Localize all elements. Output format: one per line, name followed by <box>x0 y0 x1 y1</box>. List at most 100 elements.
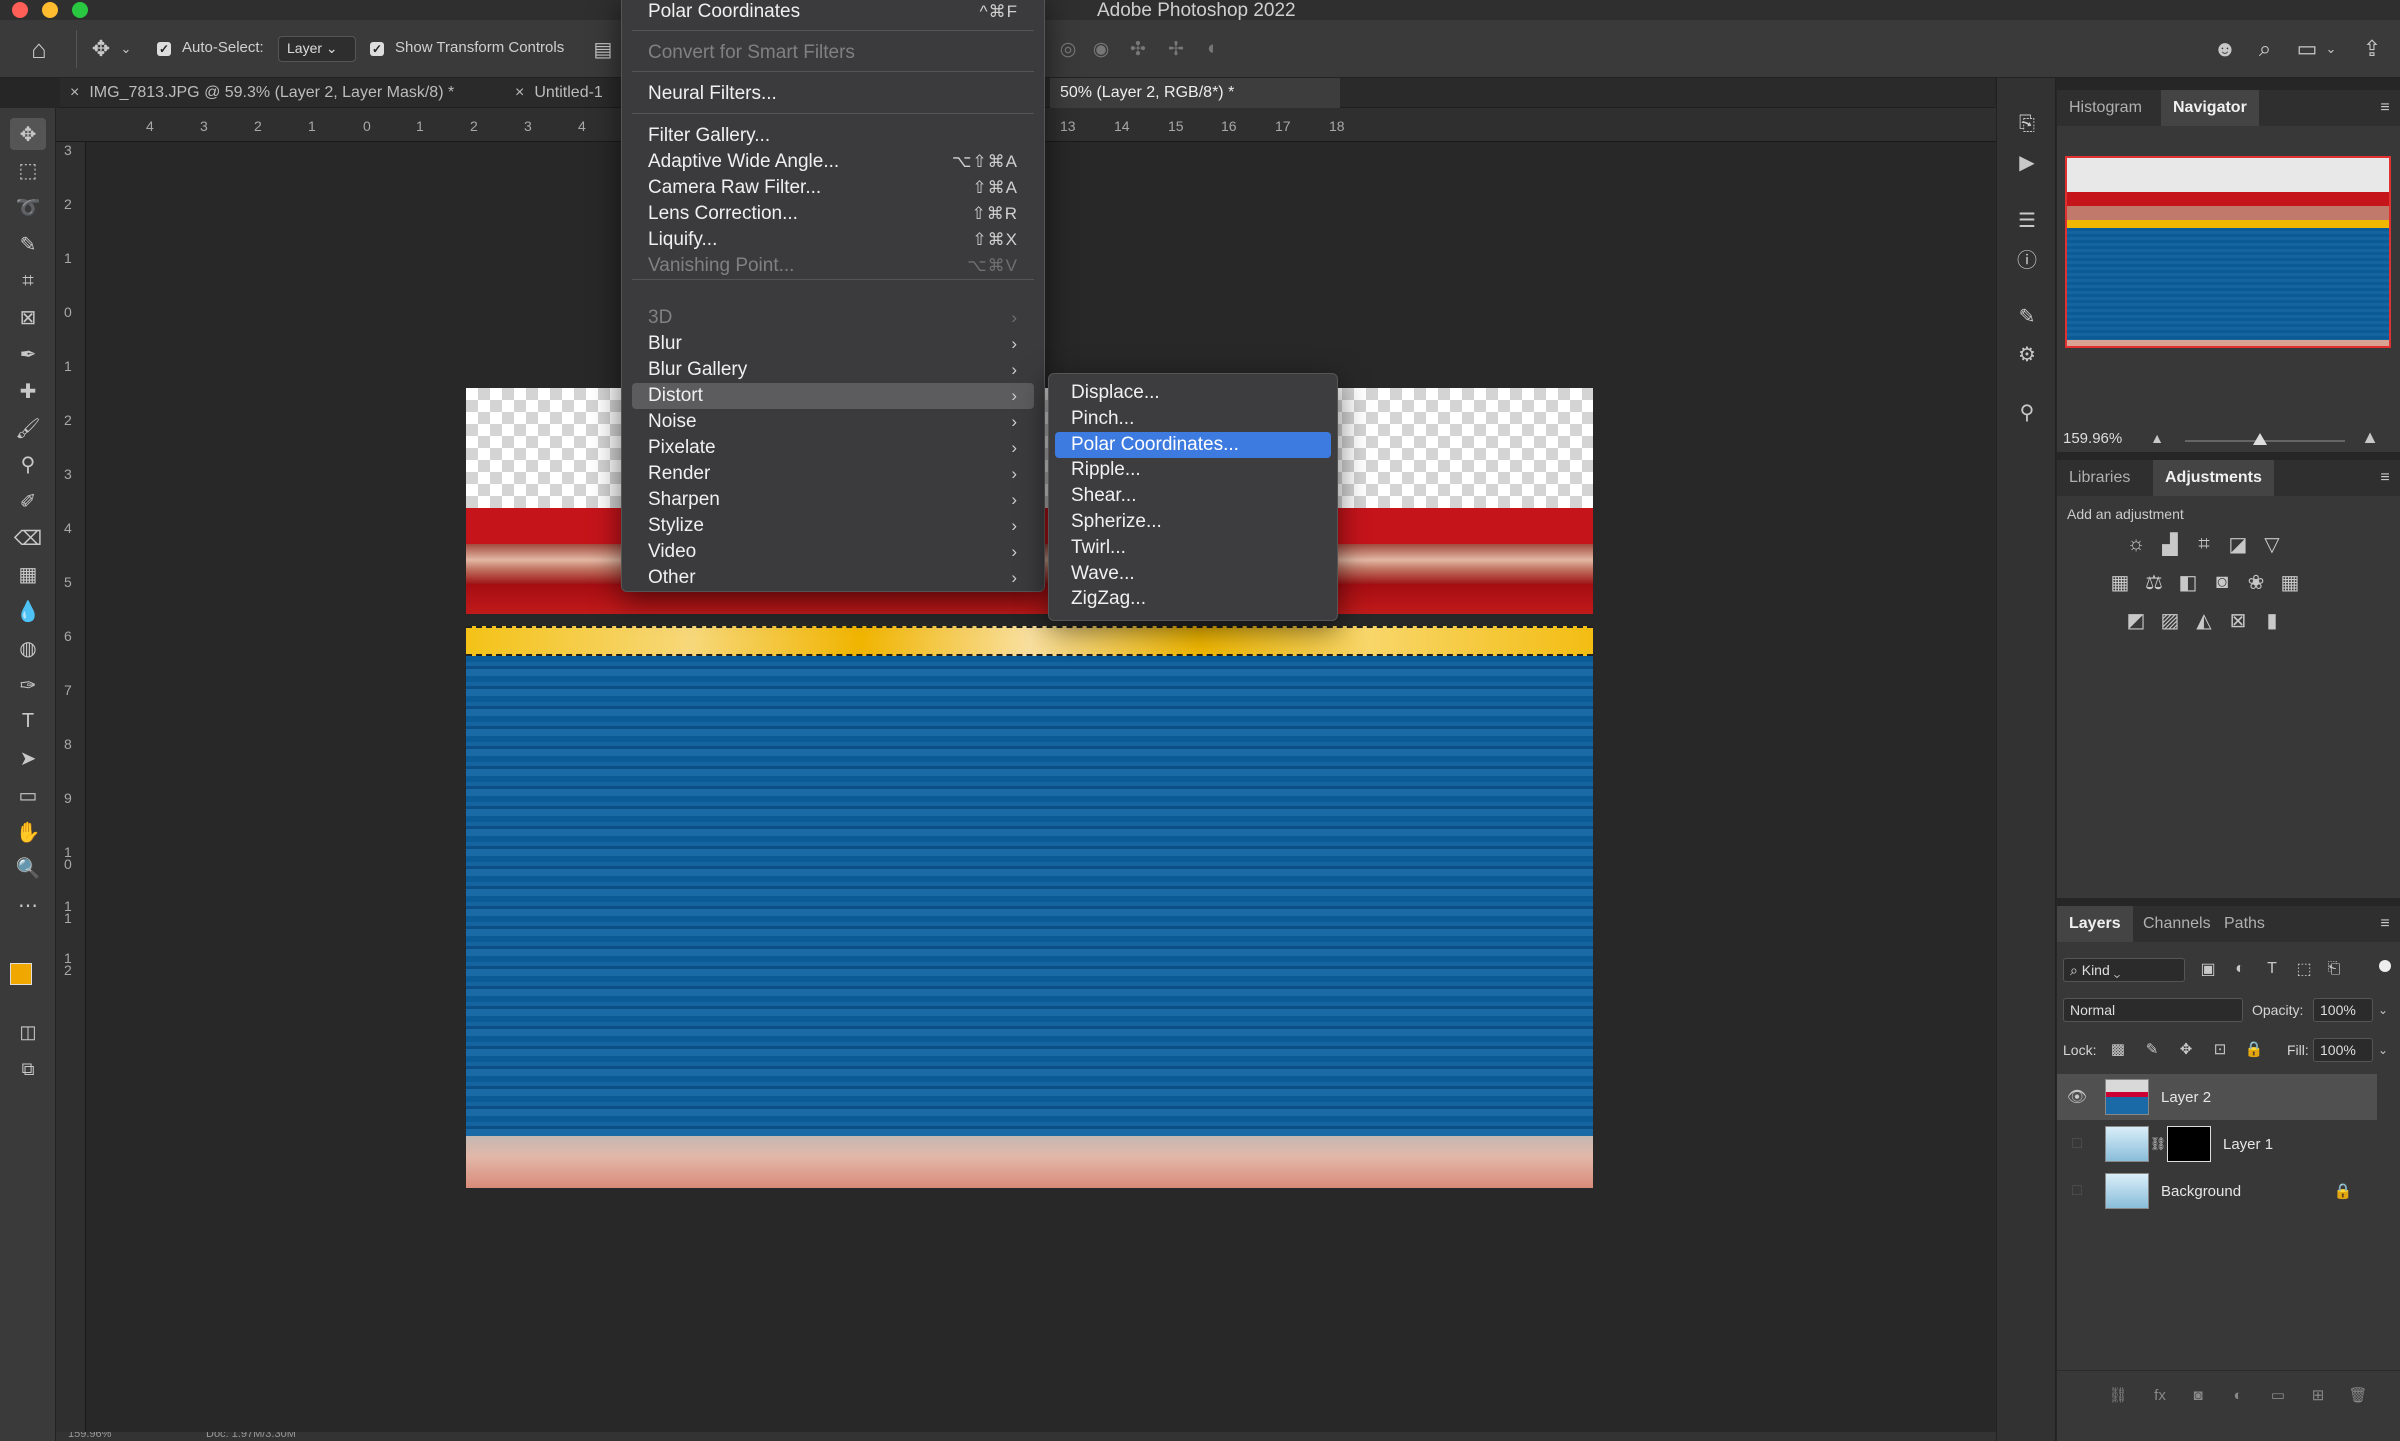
dodge-tool-icon[interactable]: ◍ <box>10 632 46 664</box>
zoom-in-icon[interactable]: ▲ <box>2357 426 2383 448</box>
screen-mode-icon[interactable]: ⧉ <box>10 1053 46 1085</box>
filter-smart-object-icon[interactable]: ⎗ <box>2323 958 2345 980</box>
threshold-icon[interactable]: ◭ <box>2191 608 2217 632</box>
move-tool-icon[interactable]: ✥ <box>10 118 46 150</box>
history-icon[interactable]: ⎘ <box>2011 108 2043 140</box>
close-icon[interactable]: × <box>515 84 524 102</box>
marquee-tool-icon[interactable]: ⬚ <box>10 154 46 186</box>
chevron-down-icon[interactable]: ⌄ <box>2375 1040 2391 1060</box>
3d-roll-icon[interactable]: ◉ <box>1088 36 1114 62</box>
lock-pixels-icon[interactable]: ✎ <box>2141 1038 2163 1060</box>
layer-style-icon[interactable]: fx <box>2147 1384 2173 1406</box>
blend-mode-dropdown[interactable]: Normal <box>2063 998 2243 1022</box>
lock-transparency-icon[interactable]: ▩ <box>2107 1038 2129 1060</box>
tab-channels[interactable]: Channels <box>2131 906 2223 942</box>
zoom-out-icon[interactable]: ▲ <box>2147 428 2167 448</box>
3d-camera-icon[interactable]: ◐ <box>1200 36 1226 62</box>
hue-saturation-icon[interactable]: ▦ <box>2107 570 2133 594</box>
layer-row[interactable]: □ Background 🔒 <box>2057 1168 2377 1214</box>
navigator-zoom[interactable]: 159.96% <box>2063 430 2122 447</box>
more-tools-icon[interactable]: ⋯ <box>10 889 46 921</box>
move-tool-icon[interactable]: ✥ <box>86 34 116 64</box>
filter-menu-item-neural-filters[interactable]: Neural Filters... <box>632 81 1034 107</box>
visibility-eye-icon[interactable]: 👁 <box>2057 1087 2097 1107</box>
distort-menu-item-twirl[interactable]: Twirl... <box>1055 535 1331 561</box>
hand-tool-icon[interactable]: ✋ <box>10 816 46 848</box>
filter-menu-item-adaptive-wide-angle[interactable]: Adaptive Wide Angle... ⌥⇧⌘A <box>632 149 1034 175</box>
distort-menu-item-displace[interactable]: Displace... <box>1055 380 1331 406</box>
layer-row[interactable]: □ ⛓ Layer 1 <box>2057 1121 2377 1167</box>
channel-mixer-icon[interactable]: ❀ <box>2243 570 2269 594</box>
layer-row-selected[interactable]: 👁 Layer 2 <box>2057 1074 2377 1120</box>
tab-paths[interactable]: Paths <box>2212 906 2277 942</box>
distort-menu-item-polar-coordinates[interactable]: Polar Coordinates... <box>1055 431 1331 458</box>
distort-menu-item-ripple[interactable]: Ripple... <box>1055 457 1331 483</box>
adjust-sliders-icon[interactable]: ⚙ <box>2011 338 2043 370</box>
curves-icon[interactable]: ⌗ <box>2191 532 2217 556</box>
tab-adjustments[interactable]: Adjustments <box>2153 460 2274 496</box>
gradient-map-icon[interactable]: ▮ <box>2259 608 2285 632</box>
properties-icon[interactable]: ☰ <box>2011 204 2043 236</box>
link-layers-icon[interactable]: ⛓ <box>2107 1384 2129 1406</box>
filter-type-icon[interactable]: T <box>2261 958 2283 980</box>
filter-shape-icon[interactable]: ⬚ <box>2293 958 2315 980</box>
invert-icon[interactable]: ◩ <box>2123 608 2149 632</box>
lock-artboard-icon[interactable]: ⊡ <box>2209 1038 2231 1060</box>
filter-menu-item-render[interactable]: Render › <box>632 461 1034 487</box>
delete-layer-icon[interactable]: 🗑 <box>2347 1384 2369 1406</box>
show-transform-checkbox[interactable]: ✓ <box>370 42 384 56</box>
panel-menu-icon[interactable]: ≡ <box>2375 98 2395 118</box>
filter-pixel-icon[interactable]: ▣ <box>2197 958 2219 980</box>
quick-mask-icon[interactable]: ◫ <box>10 1016 46 1048</box>
lock-position-icon[interactable]: ✥ <box>2175 1038 2197 1060</box>
auto-select-checkbox[interactable]: ✓ <box>157 42 171 56</box>
align-left-icon[interactable]: ▤ <box>590 36 616 62</box>
filter-menu-item-other[interactable]: Other › <box>632 565 1034 591</box>
auto-select-dropdown[interactable]: Layer ⌄ <box>278 36 356 62</box>
doc-tab[interactable]: × IMG_7813.JPG @ 59.3% (Layer 2, Layer Ma… <box>60 78 505 108</box>
crop-tool-icon[interactable]: ⌗ <box>10 265 46 297</box>
brightness-icon[interactable]: ☼ <box>2123 532 2149 556</box>
panel-menu-icon[interactable]: ≡ <box>2375 468 2395 488</box>
3d-slide-icon[interactable]: ✢ <box>1163 36 1189 62</box>
layer-kind-filter[interactable]: ⌕ Kind ⌄ <box>2063 958 2185 982</box>
actions-play-icon[interactable]: ▶ <box>2011 146 2043 178</box>
filter-toggle[interactable] <box>2379 960 2391 972</box>
zoom-tool-icon[interactable]: 🔍 <box>10 852 46 884</box>
black-white-icon[interactable]: ◧ <box>2175 570 2201 594</box>
brushes-icon[interactable]: ✎ <box>2011 300 2043 332</box>
info-icon[interactable]: ⓘ <box>2011 242 2043 274</box>
filter-menu-item-filter-gallery[interactable]: Filter Gallery... <box>632 123 1034 149</box>
new-group-icon[interactable]: ▭ <box>2267 1384 2289 1406</box>
color-lookup-icon[interactable]: ▦ <box>2277 570 2303 594</box>
tab-layers[interactable]: Layers <box>2057 906 2133 942</box>
add-mask-icon[interactable]: ◙ <box>2187 1384 2209 1406</box>
eyedropper-icon[interactable]: ✒ <box>10 338 46 370</box>
cloud-user-icon[interactable]: ☻ <box>2210 34 2240 64</box>
type-tool-icon[interactable]: T <box>10 705 46 737</box>
lasso-tool-icon[interactable]: ➰ <box>10 191 46 223</box>
filter-menu-item-video[interactable]: Video › <box>632 539 1034 565</box>
blur-tool-icon[interactable]: 💧 <box>10 595 46 627</box>
quick-selection-icon[interactable]: ✎ <box>10 228 46 260</box>
rectangle-tool-icon[interactable]: ▭ <box>10 779 46 811</box>
new-layer-icon[interactable]: ⊞ <box>2307 1384 2329 1406</box>
history-brush-icon[interactable]: ✐ <box>10 485 46 517</box>
lock-all-icon[interactable]: 🔒 <box>2243 1038 2265 1060</box>
brush-tool-icon[interactable]: 🖌 <box>10 412 46 444</box>
chevron-down-icon[interactable]: ⌄ <box>2375 1000 2391 1020</box>
layer-mask-thumbnail[interactable] <box>2167 1126 2211 1162</box>
visibility-eye-icon[interactable]: □ <box>2057 1182 2097 1200</box>
path-selection-icon[interactable]: ➤ <box>10 742 46 774</box>
filter-menu-item-polar-coordinates[interactable]: Polar Coordinates ^⌘F <box>632 0 1034 25</box>
filter-menu-item-pixelate[interactable]: Pixelate › <box>632 435 1034 461</box>
pen-tool-icon[interactable]: ✑ <box>10 669 46 701</box>
clone-stamp-icon[interactable]: ⚲ <box>10 448 46 480</box>
filter-adjustment-icon[interactable]: ◐ <box>2229 958 2251 980</box>
mask-link-icon[interactable]: ⛓ <box>2149 1136 2167 1152</box>
fill-field[interactable]: 100% <box>2313 1038 2373 1062</box>
3d-orbit-icon[interactable]: ◎ <box>1055 36 1081 62</box>
visibility-eye-icon[interactable]: □ <box>2057 1135 2097 1153</box>
filter-menu-item-stylize[interactable]: Stylize › <box>632 513 1034 539</box>
vibrance-icon[interactable]: ▽ <box>2259 532 2285 556</box>
